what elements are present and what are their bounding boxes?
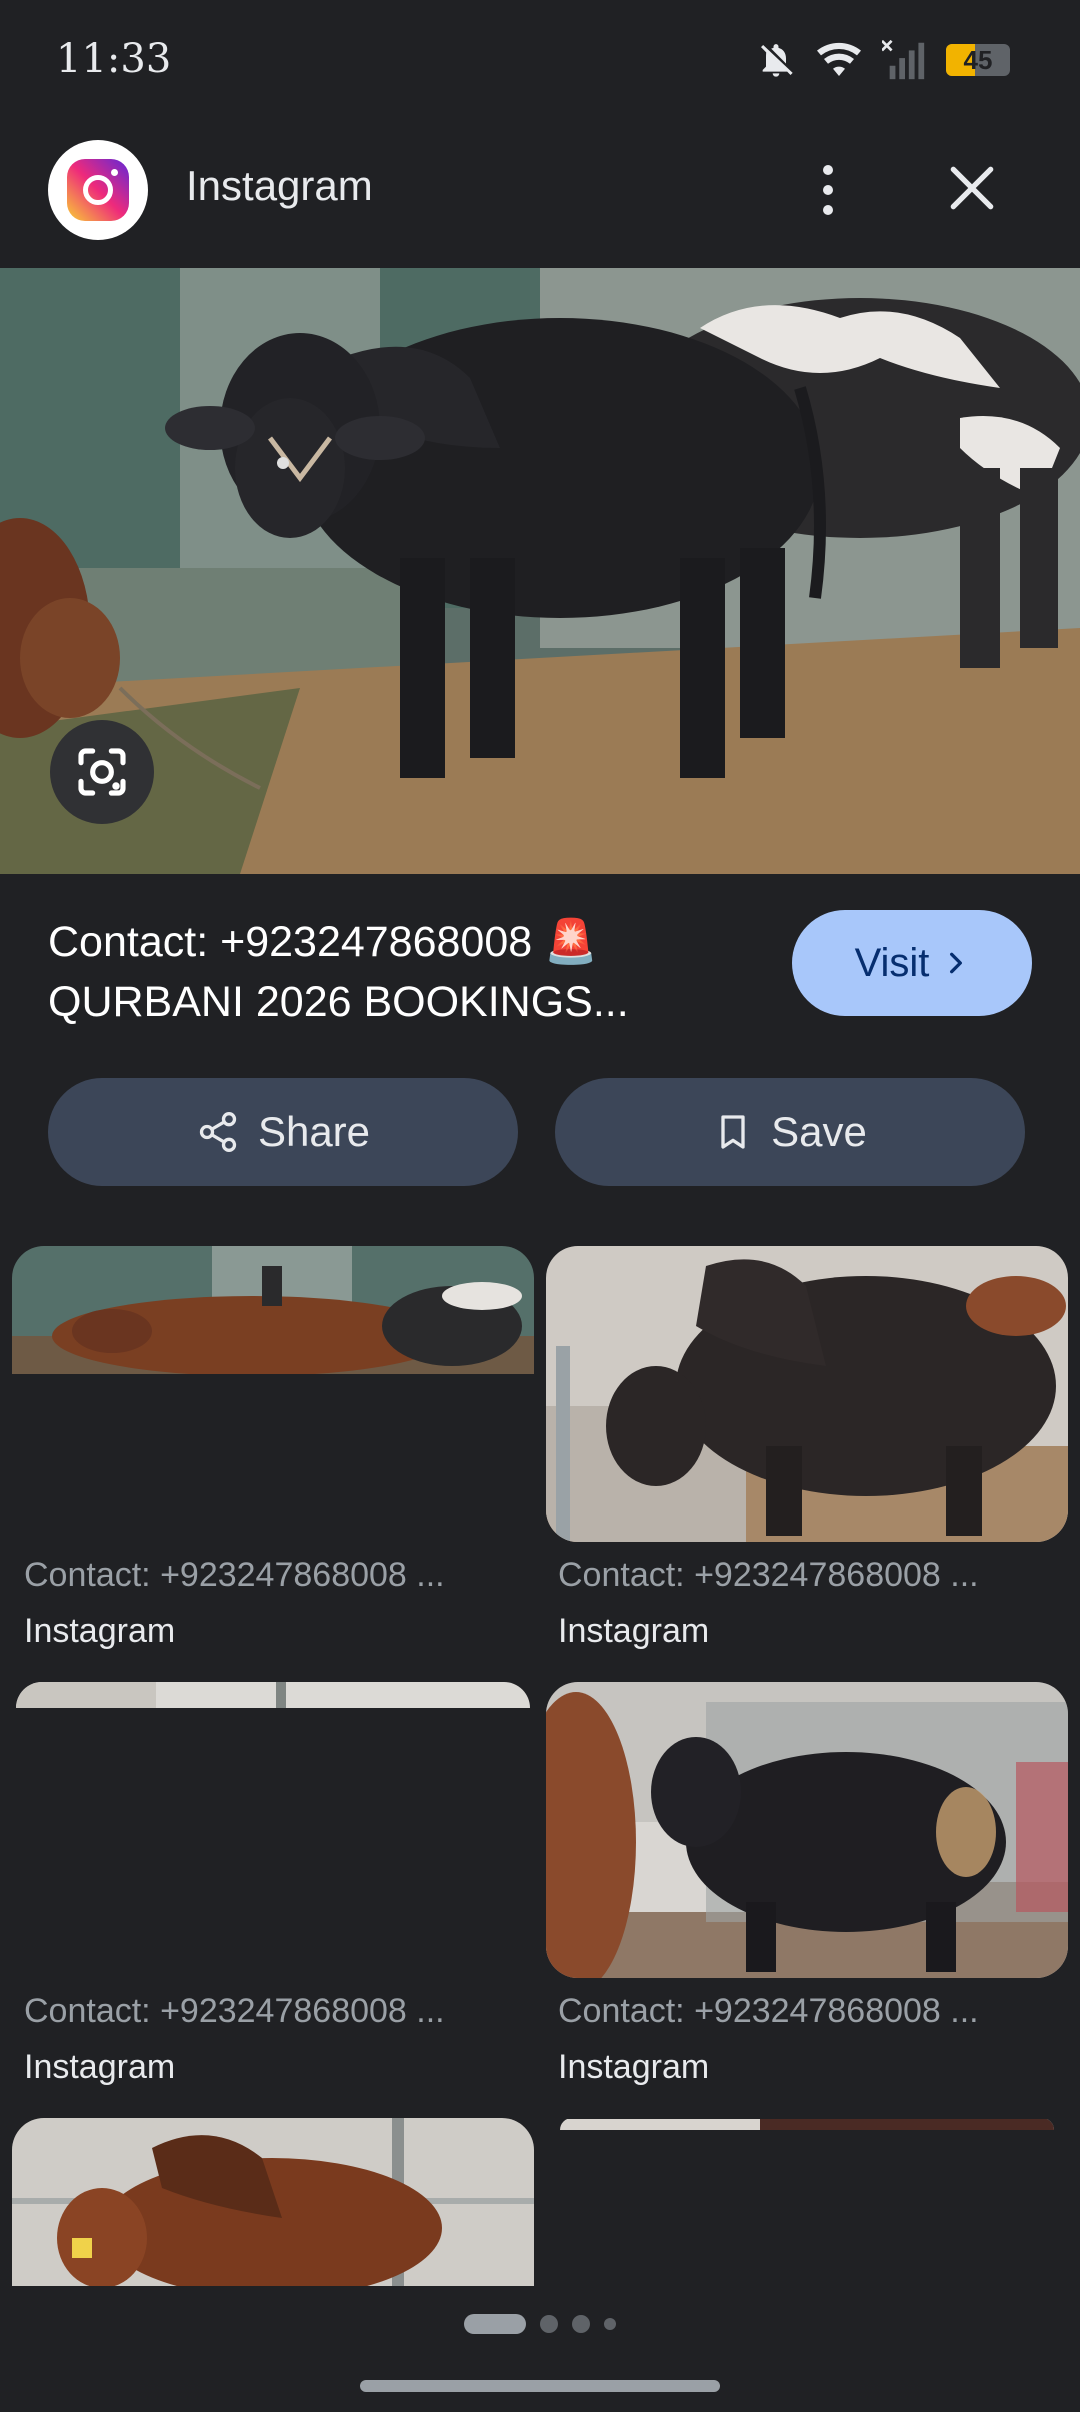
- camera-lens-icon: [78, 748, 126, 796]
- more-vert-icon[interactable]: [806, 160, 850, 220]
- lens-search-button[interactable]: [50, 720, 154, 824]
- related-caption-1[interactable]: Contact: +923247868008 ...: [24, 1556, 534, 1595]
- related-image-3[interactable]: [16, 1682, 530, 1708]
- status-time: 11:33: [56, 36, 172, 82]
- status-bar: 11:33 45: [0, 0, 1080, 125]
- gesture-home-bar[interactable]: [360, 2380, 720, 2392]
- related-image-4[interactable]: [546, 1682, 1068, 1978]
- related-image-6[interactable]: [560, 2118, 1054, 2130]
- share-label: Share: [257, 1108, 371, 1155]
- wifi-icon: [817, 42, 861, 76]
- related-source-2[interactable]: Instagram: [558, 1612, 709, 1651]
- save-button[interactable]: Save: [555, 1078, 1025, 1186]
- battery-level: 45: [963, 45, 993, 75]
- related-image-2[interactable]: [546, 1246, 1068, 1542]
- result-title-line2: QURBANI 2026 BOOKINGS...: [48, 978, 629, 1026]
- share-button[interactable]: Share: [48, 1078, 518, 1186]
- related-caption-4[interactable]: Contact: +923247868008 ...: [558, 1992, 1068, 2031]
- page-indicator: [464, 2314, 616, 2334]
- page-dot: [604, 2318, 616, 2330]
- close-icon[interactable]: [940, 156, 1004, 220]
- page-dot: [572, 2315, 590, 2333]
- main-result-image[interactable]: [0, 268, 1080, 874]
- source-app-title[interactable]: Instagram: [186, 162, 373, 210]
- status-icons: 45: [756, 40, 1010, 80]
- result-title[interactable]: Contact: +923247868008 🚨 QURBANI 2026 BO…: [48, 912, 748, 1032]
- visit-label: Visit: [854, 940, 930, 985]
- related-source-3[interactable]: Instagram: [24, 2048, 175, 2087]
- instagram-logo-icon[interactable]: [48, 140, 148, 240]
- bookmark-icon: [721, 1115, 745, 1149]
- signal-off-icon: [882, 40, 925, 80]
- bell-off-icon: [761, 44, 793, 77]
- result-title-line1: Contact: +923247868008 🚨: [48, 918, 598, 966]
- related-source-4[interactable]: Instagram: [558, 2048, 709, 2087]
- page-dot: [540, 2315, 558, 2333]
- related-image-1[interactable]: [12, 1246, 534, 1374]
- result-header: Instagram: [0, 130, 1080, 250]
- related-caption-3[interactable]: Contact: +923247868008 ...: [24, 1992, 534, 2031]
- share-icon: [199, 1112, 237, 1152]
- related-caption-2[interactable]: Contact: +923247868008 ...: [558, 1556, 1068, 1595]
- visit-button[interactable]: Visit: [792, 910, 1032, 1016]
- chevron-right-icon: [950, 952, 963, 974]
- battery-icon: 45: [946, 44, 1010, 76]
- save-label: Save: [771, 1108, 867, 1155]
- related-image-5[interactable]: [12, 2118, 534, 2286]
- page-dot-active: [464, 2314, 526, 2334]
- related-source-1[interactable]: Instagram: [24, 1612, 175, 1651]
